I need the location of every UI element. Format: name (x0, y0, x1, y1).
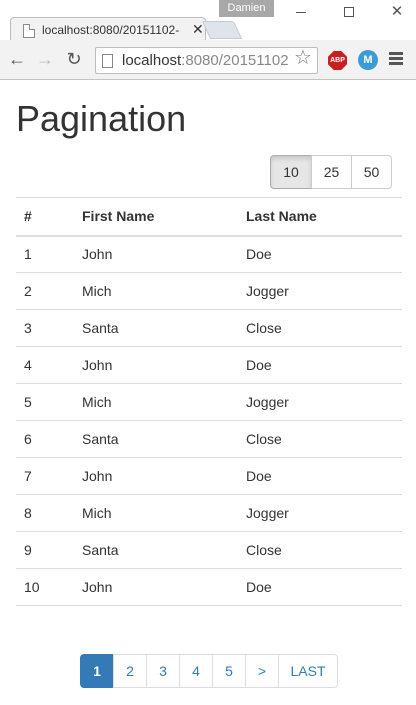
cell-number: 6 (24, 431, 32, 447)
browser-chrome: Damien ✕ localhost:8080/20151102- ✕ ← → … (0, 0, 416, 80)
page-size-button[interactable]: 50 (351, 155, 392, 189)
browser-toolbar: ← → ↻ localhost:8080/20151102 ☆ ABP M (0, 40, 416, 80)
maximize-button[interactable] (331, 2, 367, 22)
cell-number: 9 (24, 542, 32, 558)
table-row: 5 Mich Jogger (16, 384, 402, 421)
column-header-first-name[interactable]: First Name (74, 198, 238, 236)
page-content: Pagination 10 25 50 # First Name Last Na… (0, 80, 416, 705)
cell-last-name: Close (246, 320, 282, 336)
cell-last-name: Doe (246, 246, 272, 263)
close-window-button[interactable]: ✕ (379, 2, 415, 22)
tab-close-icon[interactable]: ✕ (192, 21, 204, 38)
pagination: 1 2 3 4 5 > LAST (80, 654, 338, 688)
reload-icon[interactable]: ↻ (64, 49, 84, 69)
table-header-row: # First Name Last Name (16, 197, 402, 236)
cell-first-name: Mich (82, 283, 112, 299)
column-header-last-name[interactable]: Last Name (238, 198, 402, 236)
url-rest: :8080/20151102 (181, 52, 289, 69)
column-header-number[interactable]: # (16, 198, 74, 236)
table-row: 2 Mich Jogger (16, 273, 402, 310)
page-link-1[interactable]: 1 (80, 654, 114, 688)
last-page-link[interactable]: LAST (278, 654, 338, 688)
table-row: 1 John Doe (16, 236, 402, 273)
cell-number: 10 (24, 579, 40, 595)
browser-menu-icon[interactable] (389, 52, 403, 66)
table-row: 3 Santa Close (16, 310, 402, 347)
adblock-plus-icon[interactable]: ABP (328, 51, 347, 70)
cell-last-name: Close (246, 431, 282, 447)
address-bar[interactable]: localhost:8080/20151102 (95, 47, 318, 74)
cell-first-name: Mich (82, 505, 112, 521)
table-row: 9 Santa Close (16, 532, 402, 569)
cell-number: 7 (24, 468, 32, 484)
url-host: localhost (122, 52, 182, 69)
minimize-button[interactable] (283, 2, 319, 22)
table-row: 4 John Doe (16, 347, 402, 384)
cell-first-name: Mich (82, 394, 112, 410)
cell-number: 2 (24, 283, 32, 299)
cell-number: 8 (24, 505, 32, 521)
cell-first-name: Santa (82, 431, 119, 447)
back-arrow-icon[interactable]: ← (7, 49, 27, 69)
cell-number: 3 (24, 320, 32, 336)
page-size-button[interactable]: 25 (311, 155, 352, 189)
close-icon: ✕ (390, 3, 404, 20)
cell-last-name: Doe (246, 357, 272, 373)
cell-number: 5 (24, 394, 32, 410)
cell-last-name: Jogger (246, 283, 289, 299)
cell-first-name: John (82, 579, 113, 595)
page-link-4[interactable]: 4 (179, 654, 213, 688)
page-favicon-icon (23, 24, 35, 38)
page-title: Pagination (16, 98, 187, 139)
minimize-icon (296, 11, 306, 13)
page-size-button[interactable]: 10 (270, 155, 312, 189)
title-bar: Damien ✕ localhost:8080/20151102- ✕ (0, 0, 416, 42)
table-row: 8 Mich Jogger (16, 495, 402, 532)
page-link-3[interactable]: 3 (146, 654, 180, 688)
cell-number: 4 (24, 357, 32, 373)
bookmark-star-icon[interactable]: ☆ (294, 45, 312, 70)
cell-first-name: John (82, 468, 113, 484)
cell-last-name: Jogger (246, 394, 289, 410)
tab-title: localhost:8080/20151102- (42, 23, 180, 37)
page-link-5[interactable]: 5 (212, 654, 246, 688)
new-tab-button[interactable] (201, 21, 243, 39)
page-size-group: 10 25 50 (270, 155, 392, 189)
profile-badge[interactable]: Damien (219, 0, 274, 17)
cell-first-name: John (82, 357, 113, 373)
cell-last-name: Doe (246, 468, 272, 484)
cell-last-name: Jogger (246, 505, 289, 521)
cell-first-name: Santa (82, 542, 119, 558)
cell-number: 1 (24, 246, 32, 263)
maximize-icon (344, 7, 354, 18)
cell-first-name: Santa (82, 320, 119, 336)
page-link-2[interactable]: 2 (113, 654, 147, 688)
forward-arrow-icon[interactable]: → (35, 49, 55, 69)
url-text[interactable]: localhost:8080/20151102 (122, 52, 289, 69)
extension-icon[interactable]: M (358, 50, 378, 70)
table-row: 6 Santa Close (16, 421, 402, 458)
cell-last-name: Close (246, 542, 282, 558)
cell-first-name: John (82, 246, 113, 263)
next-page-link[interactable]: > (245, 654, 279, 688)
cell-last-name: Doe (246, 579, 272, 595)
data-table: # First Name Last Name 1 John Doe 2 Mich Jog… (16, 197, 402, 606)
page-icon (102, 54, 113, 68)
browser-tab[interactable]: localhost:8080/20151102- ✕ (10, 17, 206, 42)
table-row: 7 John Doe (16, 458, 402, 495)
table-row: 10 John Doe (16, 569, 402, 606)
